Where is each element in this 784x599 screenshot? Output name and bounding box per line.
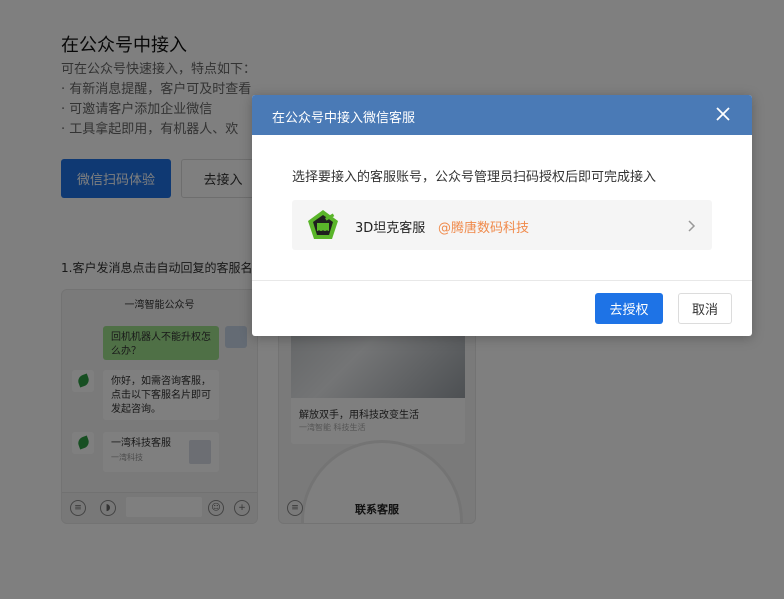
dialog-divider bbox=[252, 280, 752, 281]
connect-dialog: 在公众号中接入微信客服 选择要接入的客服账号，公众号管理员扫码授权后即可完成接入… bbox=[252, 95, 752, 336]
chevron-right-icon bbox=[688, 220, 696, 232]
tank-logo-icon bbox=[308, 210, 338, 239]
dialog-title: 在公众号中接入微信客服 bbox=[272, 111, 416, 126]
dialog-header: 在公众号中接入微信客服 bbox=[252, 95, 752, 135]
cancel-button[interactable]: 取消 bbox=[678, 293, 732, 324]
authorize-button[interactable]: 去授权 bbox=[595, 293, 663, 324]
service-account-item[interactable]: 3D坦克客服 @腾唐数码科技 bbox=[292, 200, 712, 250]
account-name: 3D坦克客服 bbox=[355, 221, 426, 236]
close-icon[interactable] bbox=[714, 105, 732, 123]
account-org: @腾唐数码科技 bbox=[438, 221, 530, 236]
dialog-instruction: 选择要接入的客服账号，公众号管理员扫码授权后即可完成接入 bbox=[292, 170, 657, 185]
